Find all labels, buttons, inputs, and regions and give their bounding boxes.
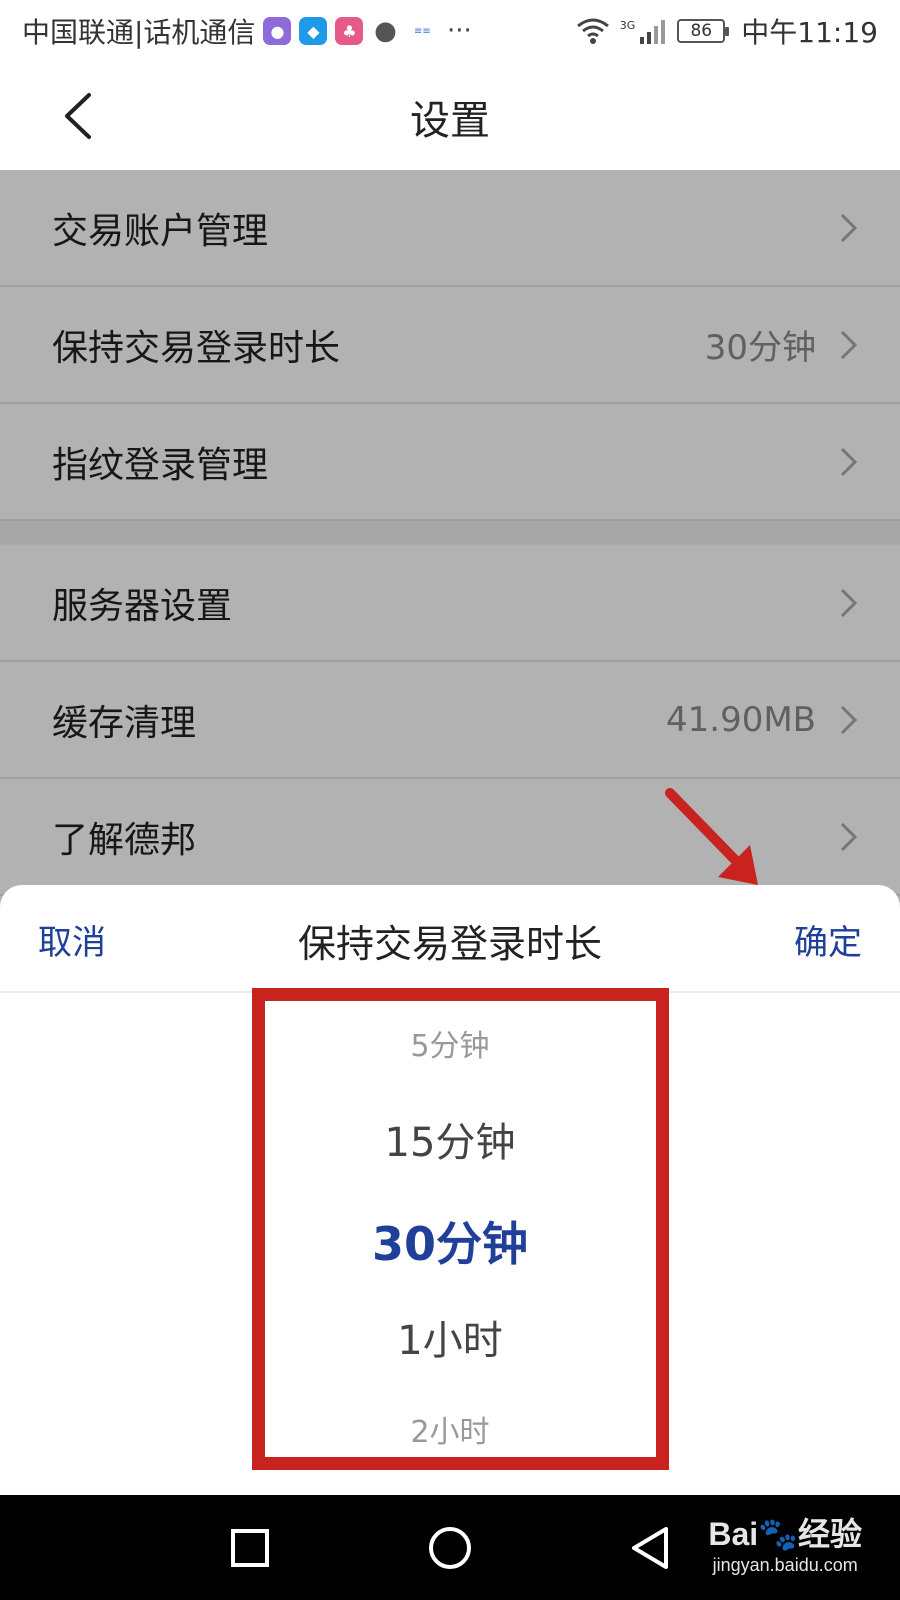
more-dots-icon: ···: [447, 16, 472, 46]
battery-icon: 86: [677, 19, 730, 43]
triangle-back-icon: [632, 1527, 668, 1569]
app-screen: 中国联通|话机通信 ● ◆ ♣ ● ≡≡ ··· 3G 86 中午11:19 设…: [0, 0, 900, 1600]
circle-icon: [429, 1527, 471, 1569]
network-type-label: 3G: [619, 18, 636, 32]
system-navigation-bar: Bai🐾经验 jingyan.baidu.com: [0, 1495, 900, 1600]
news-icon: ≡≡: [414, 25, 431, 37]
app-icon: ●: [263, 17, 292, 45]
duration-wheel-picker[interactable]: 5分钟 15分钟 30分钟 1小时 2小时: [0, 993, 900, 1493]
picker-option[interactable]: 2小时: [0, 1407, 900, 1451]
home-button[interactable]: [425, 1523, 475, 1573]
system-back-button[interactable]: [625, 1523, 675, 1573]
watermark-url: jingyan.baidu.com: [712, 1555, 858, 1575]
baidu-jingyan-watermark: Bai🐾经验 jingyan.baidu.com: [708, 1509, 862, 1576]
recent-apps-button[interactable]: [225, 1523, 275, 1573]
signal-icon: [639, 17, 667, 45]
notification-icons: ● ◆ ♣ ● ≡≡ ···: [263, 16, 473, 46]
picker-title: 保持交易登录时长: [297, 922, 602, 966]
shield-icon: ◆: [299, 17, 328, 45]
picker-sheet: 取消 保持交易登录时长 确定 5分钟 15分钟 30分钟 1小时 2小时: [0, 885, 900, 1495]
picker-option-selected[interactable]: 30分钟: [0, 1208, 900, 1274]
carrier-label: 中国联通|话机通信: [22, 16, 256, 49]
confirm-button[interactable]: 确定: [794, 915, 862, 964]
square-icon: [231, 1529, 269, 1567]
picker-header: 取消 保持交易登录时长 确定: [0, 885, 900, 993]
clock: 中午11:19: [741, 16, 878, 49]
watermark-logo: Bai🐾经验: [708, 1516, 862, 1552]
picker-option[interactable]: 15分钟: [0, 1110, 900, 1168]
picker-option[interactable]: 1小时: [0, 1308, 900, 1366]
page-title: 设置: [410, 98, 490, 144]
cancel-button[interactable]: 取消: [38, 915, 106, 964]
status-bar: 中国联通|话机通信 ● ◆ ♣ ● ≡≡ ··· 3G 86 中午11:19: [0, 0, 900, 62]
picker-option[interactable]: 5分钟: [0, 1021, 900, 1065]
status-indicators: 3G 86 中午11:19: [576, 11, 878, 51]
wifi-icon: [576, 17, 610, 45]
nav-bar: 设置: [0, 62, 900, 170]
elephant-icon: ♣: [335, 17, 364, 45]
chat-bubble-icon: ●: [374, 16, 397, 46]
